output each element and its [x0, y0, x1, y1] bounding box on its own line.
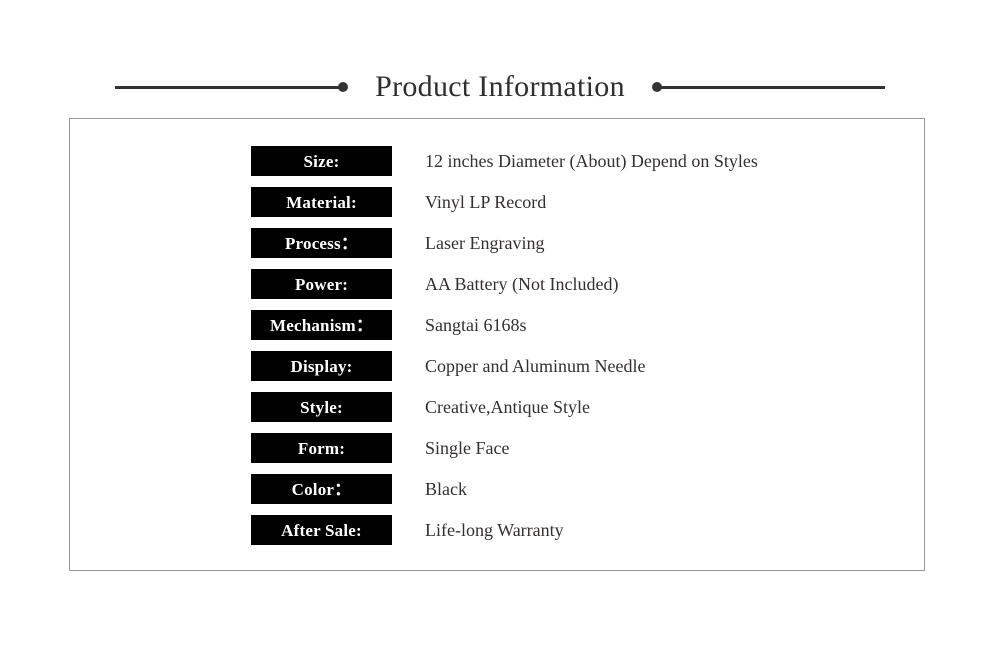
spec-label-display: Display:	[251, 351, 392, 381]
spec-row: Form: Single Face	[251, 433, 758, 463]
header-rule-left-line	[115, 85, 340, 89]
specifications-list: Size: 12 inches Diameter (About) Depend …	[251, 146, 758, 545]
spec-label-after-sale: After Sale:	[251, 515, 392, 545]
spec-value-after-sale: Life-long Warranty	[425, 520, 564, 540]
spec-label-color: Color：	[251, 474, 392, 504]
spec-label-material: Material:	[251, 187, 392, 217]
spec-row: Size: 12 inches Diameter (About) Depend …	[251, 146, 758, 176]
spec-value-form: Single Face	[425, 438, 510, 458]
spec-row: Style: Creative,Antique Style	[251, 392, 758, 422]
spec-label-power: Power:	[251, 269, 392, 299]
spec-value-color: Black	[425, 479, 467, 499]
header-rule-left	[115, 78, 349, 96]
header-rule-right	[651, 78, 885, 96]
spec-row: Mechanism： Sangtai 6168s	[251, 310, 758, 340]
spec-label-process: Process：	[251, 228, 392, 258]
specifications-panel: Size: 12 inches Diameter (About) Depend …	[69, 118, 925, 571]
product-information-page: Product Information Size: 12 inches Diam…	[0, 0, 1000, 660]
spec-row: Color： Black	[251, 474, 758, 504]
spec-value-material: Vinyl LP Record	[425, 192, 547, 212]
spec-row: Process： Laser Engraving	[251, 228, 758, 258]
page-header: Product Information	[0, 62, 1000, 112]
spec-label-style: Style:	[251, 392, 392, 422]
spec-row: After Sale: Life-long Warranty	[251, 515, 758, 545]
spec-label-form: Form:	[251, 433, 392, 463]
spec-row: Display: Copper and Aluminum Needle	[251, 351, 758, 381]
spec-value-power: AA Battery (Not Included)	[425, 274, 619, 294]
spec-value-process: Laser Engraving	[425, 233, 545, 253]
spec-value-style: Creative,Antique Style	[425, 397, 590, 417]
page-title: Product Information	[375, 70, 625, 103]
spec-value-display: Copper and Aluminum Needle	[425, 356, 646, 376]
header-rule-left-dot-icon	[338, 82, 349, 92]
spec-row: Power: AA Battery (Not Included)	[251, 269, 758, 299]
spec-value-mechanism: Sangtai 6168s	[425, 315, 527, 335]
header-rule-right-line	[660, 85, 885, 89]
spec-label-mechanism: Mechanism：	[251, 310, 392, 340]
spec-label-size: Size:	[251, 146, 392, 176]
spec-row: Material: Vinyl LP Record	[251, 187, 758, 217]
spec-value-size: 12 inches Diameter (About) Depend on Sty…	[425, 151, 758, 171]
